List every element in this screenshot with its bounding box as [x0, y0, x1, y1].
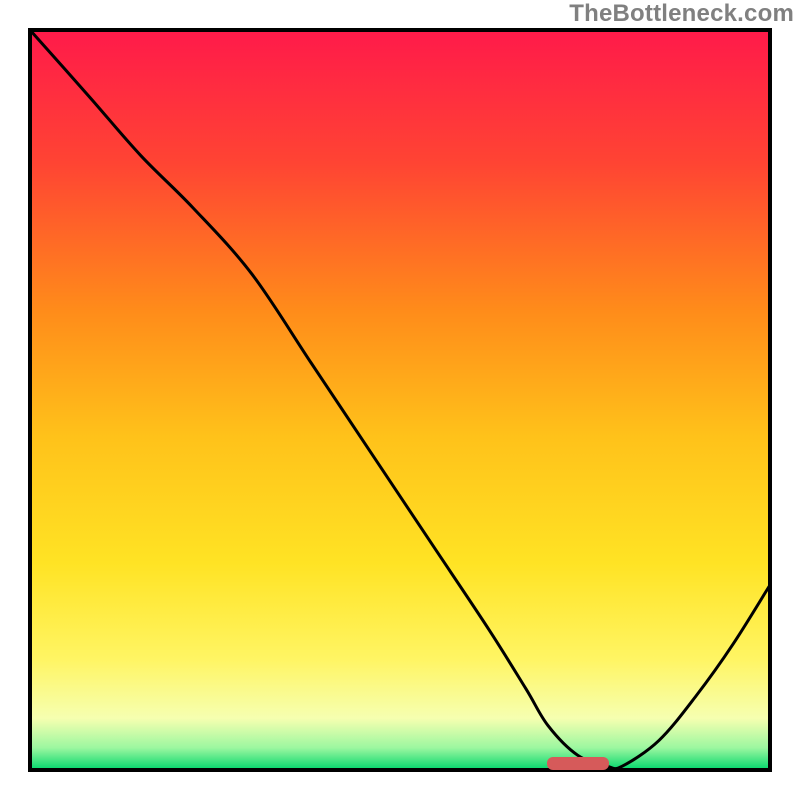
- plot-gradient-background: [30, 30, 770, 770]
- watermark-text: TheBottleneck.com: [569, 0, 794, 28]
- bottleneck-chart: [0, 0, 800, 800]
- optimal-range-marker: [547, 757, 609, 770]
- chart-wrapper: TheBottleneck.com: [0, 0, 800, 800]
